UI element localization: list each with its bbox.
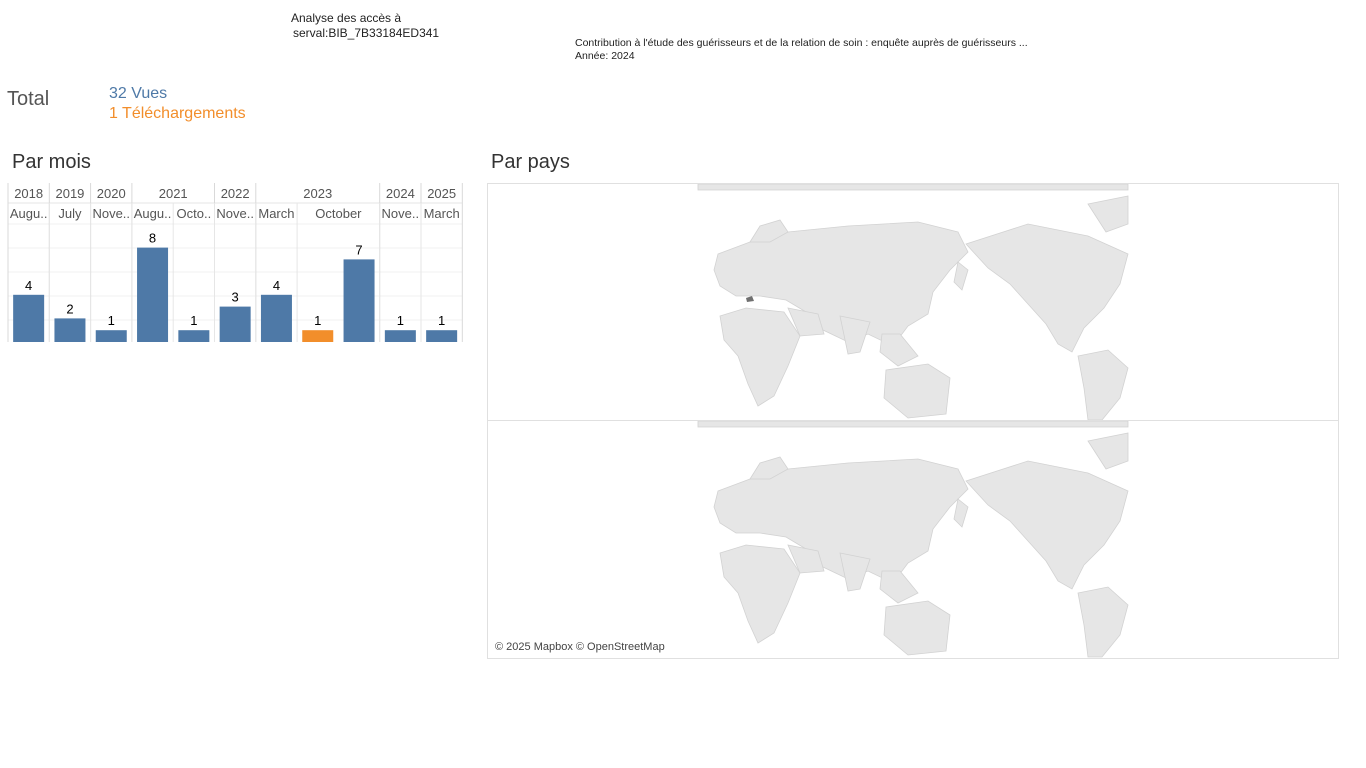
bar-views [137,247,169,342]
southeast-asia-landmass [879,333,919,367]
southeast-asia-landmass [879,570,919,604]
year-label: 2020 [97,186,126,201]
month-label: March [424,206,460,221]
dashboard: Analyse des accès à serval:BIB_7B33184ED… [0,0,1366,768]
document-title: Contribution à l'étude des guérisseurs e… [575,37,1028,49]
year-label: 2018 [14,186,43,201]
month-label: Nove.. [382,206,420,221]
bar-value-label: 3 [232,290,239,305]
year-label: 2024 [386,186,415,201]
south-america-landmass [1077,349,1129,420]
africa-landmass [719,544,801,644]
year-label: 2021 [159,186,188,201]
year-label: 2025 [427,186,456,201]
by-country-title: Par pays [491,151,570,173]
bar-views [178,330,210,342]
document-info: Contribution à l'étude des guérisseurs e… [575,37,1028,63]
bar-value-label: 1 [190,313,197,328]
month-label: Augu.. [10,206,48,221]
india-landmass [839,315,871,355]
year-label: 2022 [221,186,250,201]
map-downloads[interactable] [487,420,1339,659]
australia-landmass [883,363,951,419]
year-label: 2019 [55,186,84,201]
highlighted-country-switzerland[interactable] [746,296,754,302]
bar-value-label: 1 [314,313,321,328]
bar-downloads [302,330,334,342]
africa-landmass [719,307,801,407]
monthly-bar-chart: 2018 2019 2020 2021 2022 2023 2024 2025 Augu.. Ju… [7,183,463,342]
australia-landmass [883,600,951,656]
bar-value-label: 4 [25,278,32,293]
antarctica-edge [697,184,1129,191]
japan-landmass [953,261,969,291]
bar-views [343,259,375,342]
bar-value-label: 7 [355,242,362,257]
month-label: Augu.. [134,206,172,221]
bar-views [54,318,86,342]
greenland-landmass [1087,432,1129,470]
north-america-landmass [965,460,1129,590]
bar-views [384,330,416,342]
month-label: Octo.. [177,206,212,221]
bar-value-label: 2 [66,301,73,316]
antarctica-edge [697,421,1129,428]
bar-views [260,294,292,342]
japan-landmass [953,498,969,528]
north-america-landmass [965,223,1129,353]
bar-views [13,294,45,342]
bar-value-label: 1 [438,313,445,328]
month-label: March [258,206,294,221]
south-america-landmass [1077,586,1129,658]
bar-value-label: 4 [273,278,280,293]
bar-views [219,306,251,342]
year-label: 2023 [303,186,332,201]
bar-value-label: 1 [397,313,404,328]
greenland-landmass [1087,195,1129,233]
month-label: Nove.. [92,206,130,221]
bar-views [95,330,127,342]
month-label: July [58,206,82,221]
month-label: Nove.. [216,206,254,221]
bar-views [426,330,458,342]
document-year: Année: 2024 [575,50,635,62]
india-landmass [839,552,871,592]
map-attribution[interactable]: © 2025 Mapbox © OpenStreetMap [495,641,665,653]
month-label: October [315,206,362,221]
bar-value-label: 1 [108,313,115,328]
map-views[interactable] [487,183,1339,421]
bar-value-label: 8 [149,231,156,246]
